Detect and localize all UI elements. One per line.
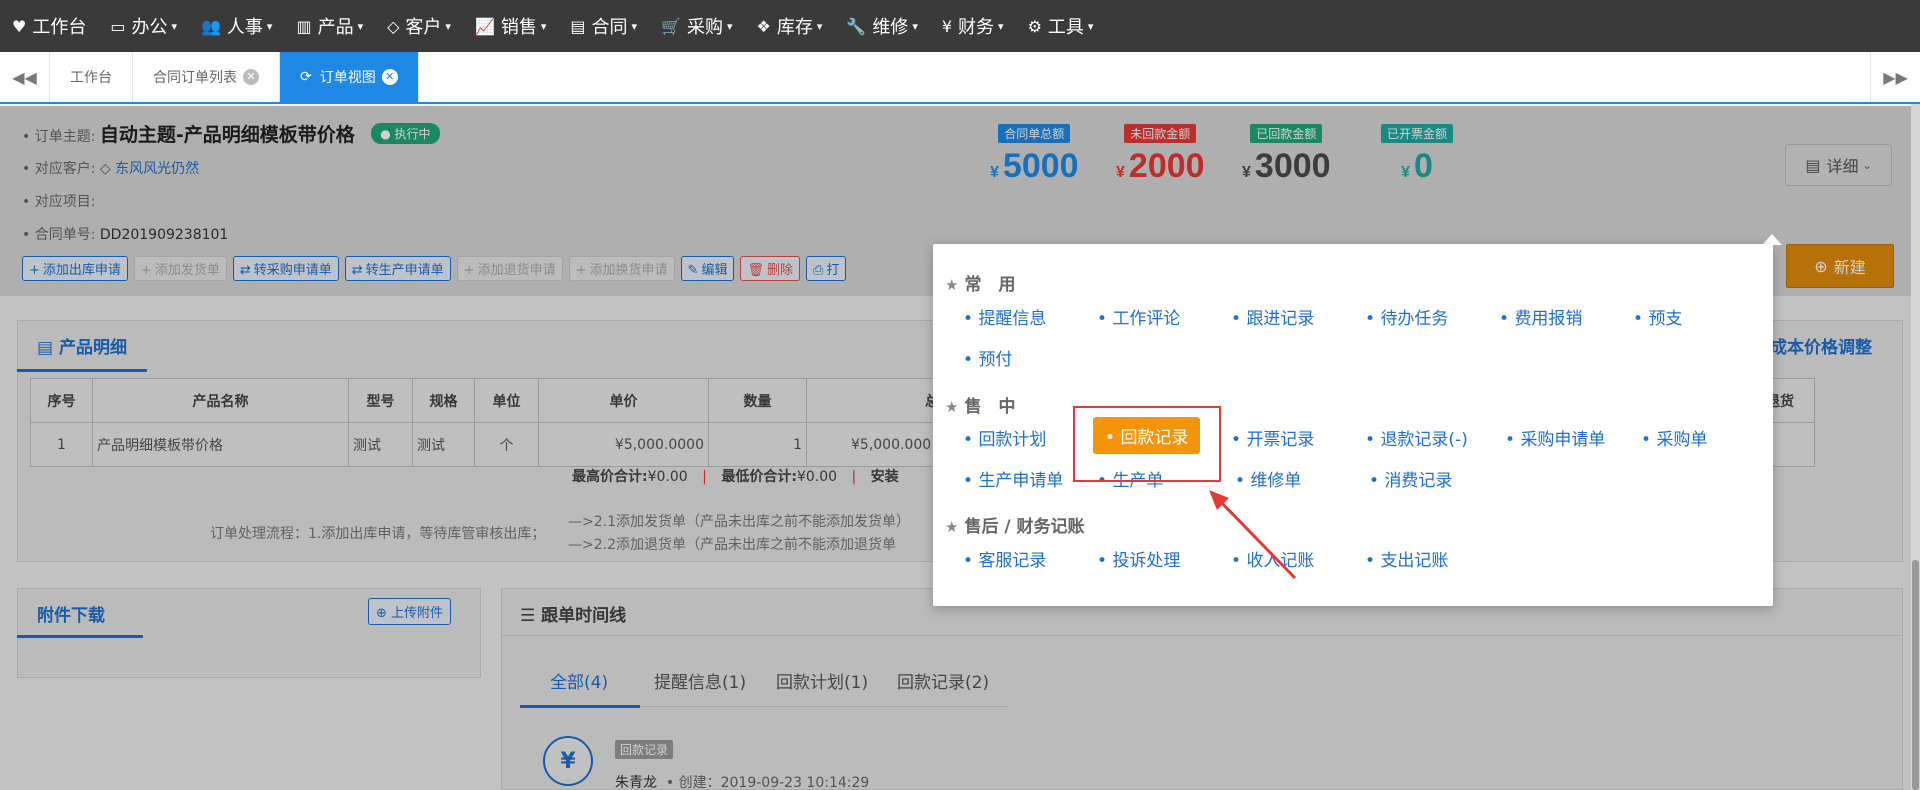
caret-down-icon: ▾ <box>445 19 451 33</box>
star-icon: ★ <box>945 398 959 416</box>
tab-contract-list[interactable]: 合同订单列表 ✕ <box>133 52 280 102</box>
yen-icon: ¥ <box>941 16 953 36</box>
popup-item-sale-6[interactable]: 生产申请单 <box>963 466 1063 491</box>
popup-item-sale-5[interactable]: 采购单 <box>1641 425 1707 450</box>
caret-down-icon: ▾ <box>171 19 177 33</box>
nav-item-0[interactable]: ♥ 工作台 <box>12 13 86 39</box>
users-icon: 👥 <box>201 16 221 36</box>
caret-down-icon: ▾ <box>266 19 273 33</box>
nav-item-label: 库存 <box>776 17 813 38</box>
nav-item-2[interactable]: 👥 人事 ▾ <box>201 13 272 39</box>
highlight-box <box>1073 406 1221 482</box>
heart-icon: ♥ <box>12 16 27 36</box>
nav-item-label: 客户 <box>405 17 442 38</box>
laptop-icon: ▭ <box>110 16 126 36</box>
nav-item-label: 办公 <box>131 17 168 38</box>
tab-scroll-right-icon[interactable]: ▶▶ <box>1870 52 1920 102</box>
nav-item-3[interactable]: ▥ 产品 ▾ <box>296 13 363 39</box>
caret-down-icon: ▾ <box>357 19 364 33</box>
close-icon[interactable]: ✕ <box>243 69 259 85</box>
popup-item-after-0[interactable]: 客服记录 <box>963 546 1046 571</box>
close-icon[interactable]: ✕ <box>381 69 398 85</box>
caret-down-icon: ▾ <box>726 19 733 33</box>
nav-item-4[interactable]: ◇ 客户 ▾ <box>387 13 451 39</box>
star-icon: ★ <box>945 518 959 536</box>
caret-down-icon: ▾ <box>540 19 547 33</box>
cubes-icon: ❖ <box>756 16 771 36</box>
popup-item-sale-4[interactable]: 采购申请单 <box>1505 425 1605 450</box>
barcode-icon: ▥ <box>296 16 312 36</box>
caret-down-icon: ▾ <box>998 19 1004 33</box>
popup-item-common-1[interactable]: 工作评论 <box>1097 304 1180 329</box>
caret-down-icon: ▾ <box>1087 19 1094 33</box>
tab-scroll-left-icon[interactable]: ◀◀ <box>0 52 50 102</box>
popup-item-common-4[interactable]: 费用报销 <box>1499 304 1582 329</box>
scrollbar-thumb[interactable] <box>1912 560 1919 790</box>
nav-item-8[interactable]: ❖ 库存 ▾ <box>757 13 823 39</box>
section-sale-title: ★ 售 中 <box>945 397 1016 417</box>
nav-item-label: 合同 <box>591 17 628 38</box>
popup-item-sale-9[interactable]: 消费记录 <box>1369 466 1452 491</box>
caret-down-icon: ▾ <box>816 19 823 33</box>
nav-item-1[interactable]: ▭ 办公 ▾ <box>110 13 177 39</box>
nav-item-label: 销售 <box>500 17 537 38</box>
popup-item-common-6[interactable]: 预付 <box>963 345 1012 370</box>
popup-item-sale-3[interactable]: 退款记录(-) <box>1365 425 1467 450</box>
nav-item-7[interactable]: 🛒 采购 ▾ <box>661 13 732 39</box>
tab-bar: ◀◀ 工作台 合同订单列表 ✕ ⟳ 订单视图 ✕ ▶▶ <box>0 52 1920 104</box>
caret-down-icon: ▾ <box>631 19 638 33</box>
popup-item-common-5[interactable]: 预支 <box>1633 304 1682 329</box>
cart-icon: 🛒 <box>661 16 681 36</box>
top-nav: ♥ 工作台 ▭ 办公 ▾ 👥 人事 ▾ ▥ 产品 ▾ ◇ 客户 ▾ 📈 销售 ▾ ▤ 合同 ▾ 🛒 采购 ▾ ❖ 库存 ▾ 🔧 维修 ▾… <box>0 0 1920 52</box>
caret-down-icon: ▾ <box>912 19 918 33</box>
popup-item-common-2[interactable]: 跟进记录 <box>1231 304 1314 329</box>
popup-item-after-1[interactable]: 投诉处理 <box>1097 546 1180 571</box>
new-record-popup: ★常 用 ★售 中 ★售后 / 财务记账 提醒信息 工作评论 跟进记录 待办任务 费用报… <box>933 244 1773 606</box>
nav-item-label: 财务 <box>958 17 995 38</box>
nav-item-label: 采购 <box>686 17 723 38</box>
nav-item-label: 产品 <box>317 17 354 38</box>
nav-item-11[interactable]: ⚙ 工具 ▾ <box>1028 13 1094 39</box>
nav-item-label: 工具 <box>1047 17 1084 38</box>
nav-item-label: 工作台 <box>32 17 87 38</box>
popup-item-sale-0[interactable]: 回款计划 <box>963 425 1046 450</box>
nav-item-6[interactable]: ▤ 合同 ▾ <box>570 13 637 39</box>
contract-icon: ▤ <box>570 16 586 36</box>
section-after-title: ★ 售后 / 财务记账 <box>945 517 1085 537</box>
refresh-icon[interactable]: ⟳ <box>300 69 312 85</box>
annotation-arrow <box>1209 490 1297 580</box>
nav-item-label: 人事 <box>226 17 263 38</box>
arrow-line <box>1213 494 1297 580</box>
diamond-icon: ◇ <box>387 16 400 36</box>
nav-item-label: 维修 <box>872 17 909 38</box>
popup-item-after-3[interactable]: 支出记账 <box>1365 546 1448 571</box>
nav-item-5[interactable]: 📈 销售 ▾ <box>475 13 546 39</box>
line-chart-icon: 📈 <box>474 16 495 36</box>
nav-item-10[interactable]: ¥ 财务 ▾ <box>942 13 1004 39</box>
popup-item-sale-2[interactable]: 开票记录 <box>1231 425 1314 450</box>
section-common-title: ★ 常 用 <box>945 275 1016 295</box>
nav-item-9[interactable]: 🔧 维修 ▾ <box>846 13 917 39</box>
star-icon: ★ <box>945 276 959 294</box>
popup-item-common-0[interactable]: 提醒信息 <box>963 304 1046 329</box>
tab-workbench[interactable]: 工作台 <box>50 52 133 102</box>
tab-order-view[interactable]: ⟳ 订单视图 ✕ <box>280 52 419 102</box>
wrench-icon: 🔧 <box>846 16 867 36</box>
gear-icon: ⚙ <box>1027 16 1042 36</box>
popup-item-common-3[interactable]: 待办任务 <box>1365 304 1448 329</box>
